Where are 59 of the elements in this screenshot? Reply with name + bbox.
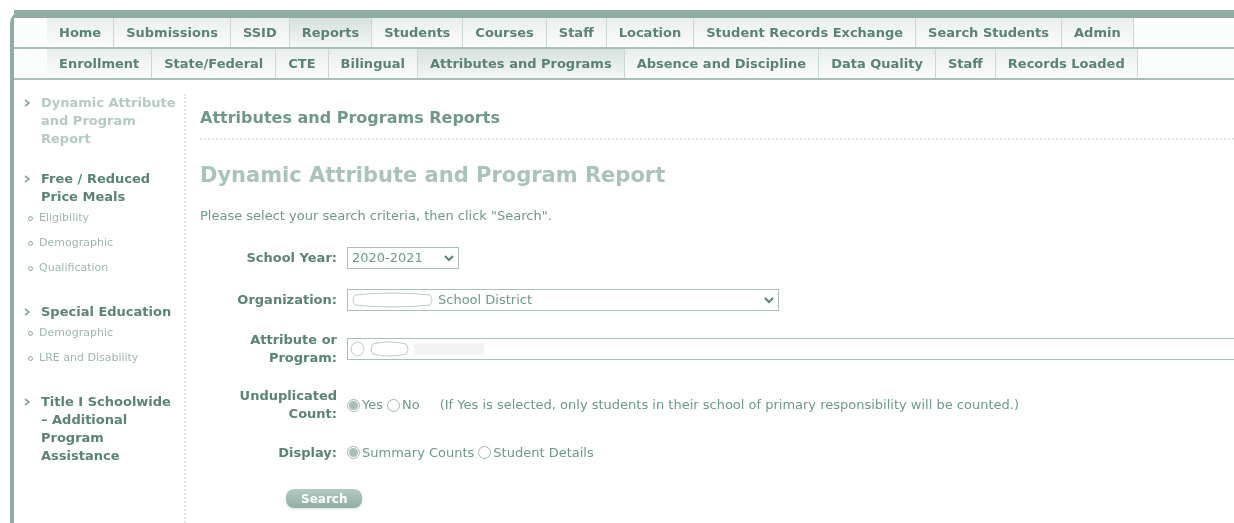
- page-title: Dynamic Attribute and Program Report: [200, 162, 667, 189]
- redaction-mark: [370, 341, 410, 357]
- sidebar-link[interactable]: Special Education: [41, 303, 172, 321]
- nav-tab[interactable]: Staff: [935, 49, 996, 78]
- chevron-right-icon: [24, 308, 30, 316]
- nav-tab[interactable]: Courses: [463, 18, 547, 47]
- redaction-mark: [350, 341, 366, 357]
- sidebar-sublink[interactable]: Eligibility: [39, 210, 90, 227]
- sidebar-sublink[interactable]: Demographic: [39, 325, 113, 342]
- sidebar-sublink[interactable]: Demographic: [39, 235, 113, 252]
- note-text: (If Yes is selected, only students in their school of primary responsibility will be counted.): [439, 396, 1019, 415]
- nav-tab[interactable]: Data Quality: [819, 49, 936, 78]
- chevron-right-icon: [24, 99, 30, 107]
- nav-tab[interactable]: CTE: [276, 49, 329, 78]
- nav-tab[interactable]: Bilingual: [328, 49, 418, 78]
- nav-tab[interactable]: Search Students: [916, 18, 1063, 47]
- nav-tab[interactable]: Student Records Exchange: [694, 18, 917, 47]
- nav-tab[interactable]: Reports: [289, 18, 373, 47]
- nav-tab[interactable]: Students: [372, 18, 464, 47]
- dropdown-value: 2020-2021: [352, 249, 424, 268]
- nav-tab[interactable]: State/Federal: [152, 49, 277, 78]
- field-label: Display:: [277, 443, 337, 462]
- radio-label: No: [402, 396, 420, 415]
- instructions-text: Please select your search criteria, then click "Search".: [200, 206, 553, 225]
- nav-tab[interactable]: Absence and Discipline: [624, 49, 820, 78]
- radio-label: Student Details: [493, 444, 594, 462]
- nav-tab[interactable]: Submissions: [114, 18, 231, 47]
- radio-button[interactable]: [347, 446, 360, 460]
- section-title: Attributes and Programs Reports: [200, 106, 1234, 140]
- sidebar-link[interactable]: Free / Reduced Price Meals: [41, 170, 180, 206]
- field-label: Unduplicated Count:: [238, 387, 337, 423]
- dropdown[interactable]: School District: [347, 289, 779, 311]
- sidebar-sublink[interactable]: Qualification: [39, 260, 109, 277]
- nav-tab[interactable]: Attributes and Programs: [417, 49, 625, 78]
- nav-tab[interactable]: Staff: [546, 18, 607, 47]
- radio-button[interactable]: [478, 446, 492, 460]
- search-button[interactable]: Search: [286, 489, 363, 508]
- field-label: Attribute or Program:: [249, 331, 337, 367]
- nav-tab[interactable]: Admin: [1062, 18, 1134, 47]
- dropdown[interactable]: 2020-2021: [347, 247, 459, 269]
- field-label: Organization:: [236, 291, 337, 309]
- chevron-right-icon: [24, 175, 30, 183]
- sidebar-sublink[interactable]: LRE and Disability: [39, 350, 139, 367]
- chevron-right-icon: [24, 398, 30, 406]
- radio-label: Summary Counts: [362, 444, 475, 462]
- nav-tab[interactable]: Home: [47, 18, 115, 47]
- nav-tab[interactable]: Enrollment: [47, 49, 153, 78]
- radio-label: Yes: [362, 396, 383, 415]
- radio-button[interactable]: [347, 398, 360, 412]
- field-label: School Year:: [245, 249, 337, 267]
- chevron-down-icon: [764, 296, 774, 304]
- input-field[interactable]: [347, 338, 1234, 360]
- radio-button[interactable]: [387, 398, 400, 412]
- dropdown-value: School District: [438, 291, 533, 310]
- nav-tab[interactable]: Location: [606, 18, 695, 47]
- nav-tab[interactable]: SSID: [230, 18, 290, 47]
- nav-tab[interactable]: Records Loaded: [995, 49, 1138, 78]
- chevron-down-icon: [444, 254, 454, 262]
- sidebar-link[interactable]: Title I Schoolwide – Additional Program Assistance: [41, 393, 180, 465]
